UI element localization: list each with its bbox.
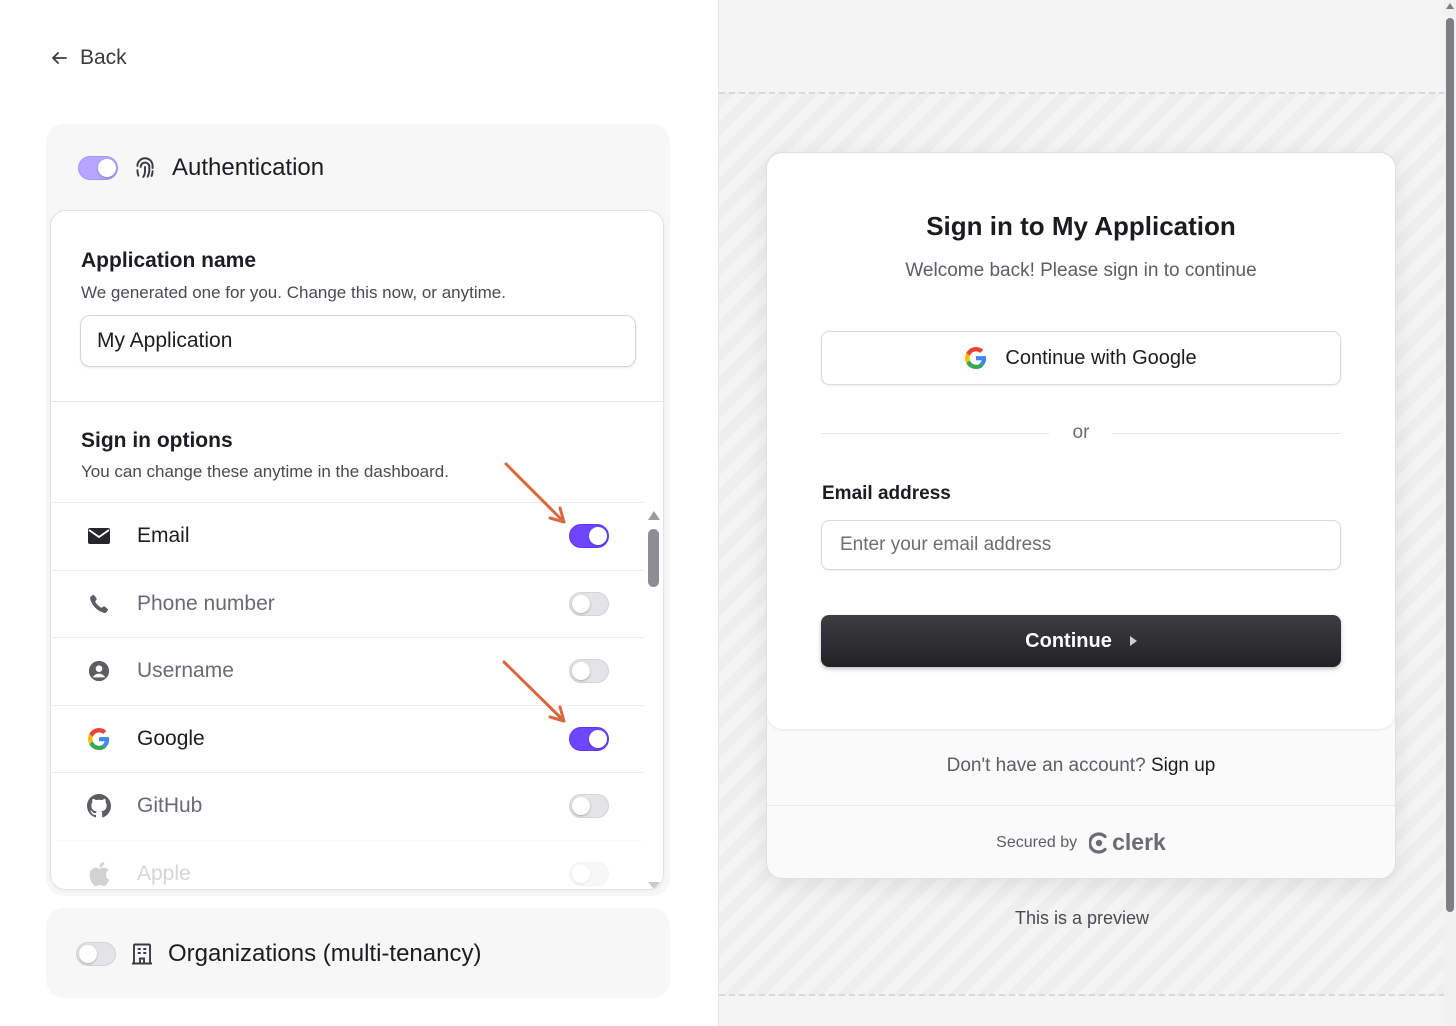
building-icon	[132, 943, 152, 965]
apple-toggle[interactable]	[569, 861, 609, 886]
app-name-subtitle: We generated one for you. Change this no…	[81, 283, 506, 302]
option-row-apple: Apple	[51, 839, 645, 890]
continue-button[interactable]: Continue	[821, 615, 1341, 667]
preview-note: This is a preview	[1014, 908, 1150, 928]
authentication-toggle[interactable]	[78, 156, 118, 180]
authentication-settings-panel: Application name We generated one for yo…	[50, 210, 664, 890]
or-label: or	[1072, 422, 1090, 443]
caret-right-icon	[1129, 636, 1137, 646]
phone-toggle[interactable]	[569, 591, 609, 616]
authentication-card: Authentication Application name We gener…	[46, 124, 670, 896]
settings-pane: Back Authentication Application name We …	[0, 0, 718, 1026]
page-scroll-up-icon[interactable]	[1446, 3, 1454, 9]
sign-up-prompt: Don't have an account? Sign up	[767, 755, 1395, 777]
section-divider	[51, 401, 663, 402]
google-toggle[interactable]	[569, 726, 609, 751]
organizations-card: Organizations (multi-tenancy)	[46, 908, 670, 998]
sign-in-subtitle: Welcome back! Please sign in to continue	[905, 260, 1257, 281]
clerk-logo[interactable]: clerk	[1089, 829, 1166, 856]
secured-by-text: Secured by	[996, 833, 1078, 851]
google-icon	[87, 727, 111, 751]
sign-in-title: Sign in to My Application	[926, 211, 1236, 241]
email-label: Email address	[822, 483, 951, 504]
sign-in-options-list: Email Phone number Username Google GitHu…	[51, 502, 645, 890]
scroll-thumb[interactable]	[648, 529, 659, 587]
no-account-text: Don't have an account?	[946, 755, 1146, 776]
continue-with-google-button[interactable]: Continue with Google	[821, 331, 1341, 385]
clerk-wordmark: clerk	[1112, 829, 1166, 855]
page-scroll-thumb[interactable]	[1446, 18, 1454, 912]
apple-icon	[87, 861, 111, 886]
footer-divider	[767, 805, 1395, 806]
sign-up-link[interactable]: Sign up	[1151, 755, 1215, 776]
options-scrollbar[interactable]	[647, 507, 661, 889]
envelope-icon	[87, 524, 111, 548]
application-name-input[interactable]	[80, 315, 636, 367]
arrow-left-icon	[52, 52, 67, 64]
email-input[interactable]	[821, 520, 1341, 570]
option-row-google: Google	[51, 704, 645, 773]
option-label-google: Google	[137, 726, 205, 750]
sign-in-options-title: Sign in options	[81, 429, 233, 452]
or-divider: or	[821, 421, 1341, 445]
option-label-email: Email	[137, 524, 190, 548]
option-label-username: Username	[137, 659, 234, 683]
option-row-username: Username	[51, 637, 645, 705]
user-circle-icon	[87, 659, 111, 683]
option-label-phone: Phone number	[137, 591, 275, 615]
back-link[interactable]: Back	[50, 46, 127, 70]
organizations-toggle[interactable]	[76, 942, 116, 966]
github-toggle[interactable]	[569, 794, 609, 818]
sign-in-options-subtitle: You can change these anytime in the dash…	[81, 462, 449, 481]
preview-pane: Sign in to My Application Welcome back! …	[718, 0, 1456, 1026]
option-row-github: GitHub	[51, 772, 645, 840]
option-label-apple: Apple	[137, 861, 191, 885]
organizations-header: Organizations (multi-tenancy)	[76, 940, 481, 968]
authentication-title: Authentication	[172, 154, 325, 181]
continue-button-label: Continue	[1025, 629, 1112, 652]
authentication-header: Authentication	[78, 154, 324, 182]
clerk-logo-icon	[1089, 831, 1107, 854]
phone-icon	[87, 592, 111, 616]
google-button-label: Continue with Google	[1005, 346, 1197, 369]
scroll-down-icon[interactable]	[648, 882, 660, 889]
username-toggle[interactable]	[569, 659, 609, 683]
option-row-email: Email	[51, 502, 645, 570]
secured-by-footer: Secured by clerk	[767, 829, 1395, 856]
app-name-title: Application name	[81, 249, 257, 272]
back-label: Back	[80, 46, 127, 69]
google-icon	[965, 347, 987, 369]
email-toggle[interactable]	[569, 524, 609, 548]
fingerprint-icon	[136, 157, 154, 178]
sign-in-card: Sign in to My Application Welcome back! …	[766, 152, 1396, 879]
github-icon	[87, 794, 111, 818]
page-scrollbar[interactable]	[1444, 0, 1456, 1026]
sign-in-main: Sign in to My Application Welcome back! …	[767, 153, 1395, 729]
scroll-up-icon[interactable]	[648, 511, 660, 520]
organizations-title: Organizations (multi-tenancy)	[168, 940, 482, 967]
option-label-github: GitHub	[137, 794, 203, 818]
option-row-phone: Phone number	[51, 569, 645, 638]
